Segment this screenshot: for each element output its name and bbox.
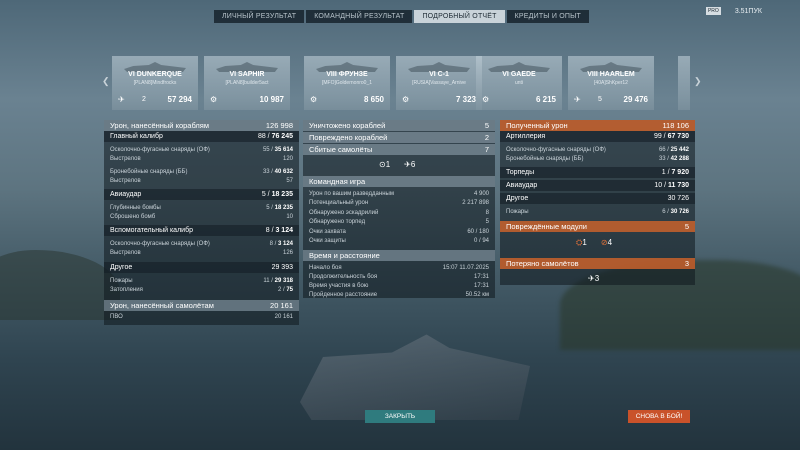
ship-name: VIII ФРУНЗЕ (326, 71, 368, 78)
module-icons: ⛭1 ⊘4 (576, 238, 612, 248)
ship-kills: 5 (598, 96, 602, 103)
ship-card[interactable]: VI C-1 [RUSIA]Vassaye_Arnive ⚙ 7 323 (396, 56, 482, 110)
team-play-header: Командная игра (303, 176, 495, 187)
ship-player: [PLAN8]Mindfrocks (133, 80, 177, 86)
engine-icon: ⛭1 (576, 238, 587, 247)
steering-icon: ⊘4 (600, 238, 613, 247)
ship-player: [40A]ShKper12 (594, 80, 628, 86)
ship-card[interactable]: VIII ФРУНЗЕ [MFO]Goldernonro0_1 ⚙ 8 650 (304, 56, 390, 110)
ribbon-icons: ⊙1 ✈6 (379, 160, 415, 169)
ship-damage: 29 476 (623, 95, 648, 104)
ship-player: [PLAN8]builder5act (225, 80, 269, 86)
planes-shot-row: Сбитые самолёты 7 (303, 144, 495, 155)
ship-name: VI GAEDE (502, 71, 536, 78)
plane-icon: ✈3 (588, 274, 600, 283)
battle-again-button[interactable]: СНОВА В БОЙ! (628, 410, 690, 423)
damage-icon: ⚙ (482, 95, 490, 104)
planes-lost-icons: ✈3 (588, 274, 599, 283)
damage-dealt-panel: Урон, нанесённый кораблям 126 998 Главный… (104, 120, 299, 325)
damaged-modules-header: Повреждённые модули 5 (500, 221, 695, 232)
artillery-row: Артиллерия 99 / 67 730 (500, 131, 695, 142)
pro-badge: PRO (705, 7, 721, 15)
ship-card[interactable]: VI SAPHIR [PLAN8]builder5act ⚙ 10 987 (204, 56, 290, 110)
ship-name: VI DUNKERQUE (128, 71, 182, 78)
tab-credits[interactable]: КРЕДИТЫ И ОПЫТ (506, 10, 589, 23)
ship-carousel: VI DUNKERQUE [PLAN8]Mindfrocks ✈ 2 57 29… (112, 56, 690, 110)
aircraft-damage-header: Урон, нанесённый самолётам 20 161 (104, 300, 299, 311)
secondary-battery-row: Вспомогательный калибр 8 / 3 124 (104, 225, 299, 236)
tab-team[interactable]: КОМАНДНЫЙ РЕЗУЛЬТАТ (306, 10, 413, 23)
ship-player: unti (514, 80, 524, 86)
other-damage-row: Другое 30 726 (500, 193, 695, 204)
destroyed-row: Уничтожено кораблей 5 (303, 120, 495, 131)
chevron-right-icon[interactable]: ❯ (694, 76, 702, 87)
team-panel: Уничтожено кораблей 5 Повреждено кораблей… (303, 120, 495, 298)
plane-kill-icon: ✈6 (404, 160, 416, 169)
tab-personal[interactable]: ЛИЧНЫЙ РЕЗУЛЬТАТ (214, 10, 305, 23)
ship-player: [RUSIA]Vassaye_Arnive (412, 80, 466, 86)
ship-damage-header: Урон, нанесённый кораблям 126 998 (104, 120, 299, 131)
background-island-left (0, 250, 120, 320)
tab-bar: ЛИЧНЫЙ РЕЗУЛЬТАТ КОМАНДНЫЙ РЕЗУЛЬТАТ ПОД… (214, 10, 589, 23)
time-distance-header: Время и расстояние (303, 250, 495, 261)
ship-player: [MFO]Goldernonro0_1 (321, 80, 373, 86)
damage-received-panel: Полученный урон 118 106 Артиллерия 99 / 67… (500, 120, 695, 285)
damage-icon: ⚙ (210, 95, 218, 104)
chevron-left-icon[interactable]: ❮ (102, 76, 110, 87)
torpedoes-row: Торпеды 1 / 7 920 (500, 167, 695, 178)
ship-card[interactable]: VIII HAARLEM [40A]ShKper12 ✈ 5 29 476 (568, 56, 654, 110)
ship-card[interactable]: VI DUNKERQUE [PLAN8]Mindfrocks ✈ 2 57 29… (112, 56, 198, 110)
tab-detailed[interactable]: ПОДРОБНЫЙ ОТЧЁТ (414, 10, 505, 23)
ship-damage: 6 215 (535, 95, 556, 104)
corner-info: PRO 3.51ПУК (705, 7, 762, 15)
kills-icon: ✈ (118, 95, 125, 104)
damaged-row: Повреждено кораблей 2 (303, 132, 495, 143)
ship-card[interactable]: VI GAEDE unti ⚙ 6 215 (476, 56, 562, 110)
spotting-icon: ⊙1 (379, 160, 391, 169)
close-button[interactable]: ЗАКРЫТЬ (365, 410, 435, 423)
kills-icon: ✈ (574, 95, 581, 104)
airstrike-row: Авиаудар 10 / 11 730 (500, 180, 695, 191)
ship-name: VI SAPHIR (229, 71, 265, 78)
ship-damage: 57 294 (167, 95, 192, 104)
ship-name: VIII HAARLEM (587, 71, 635, 78)
main-battery-row: Главный калибр 88 / 76 245 (104, 131, 299, 142)
damage-icon: ⚙ (402, 95, 410, 104)
planes-lost-header: Потеряно самолётов 3 (500, 258, 695, 269)
damage-icon: ⚙ (310, 95, 318, 104)
background-ship (300, 334, 530, 420)
ship-card-partial[interactable] (678, 56, 690, 110)
points-readout: 3.51ПУК (734, 7, 762, 15)
ship-damage: 10 987 (259, 95, 284, 104)
ship-kills: 2 (142, 96, 146, 103)
received-damage-header: Полученный урон 118 106 (500, 120, 695, 131)
other-damage-row: Другое 29 393 (104, 262, 299, 273)
ship-name: VI C-1 (429, 71, 449, 78)
ship-damage: 7 323 (455, 95, 476, 104)
airstrike-row: Авиаудар 5 / 18 235 (104, 189, 299, 200)
ship-damage: 8 650 (363, 95, 384, 104)
